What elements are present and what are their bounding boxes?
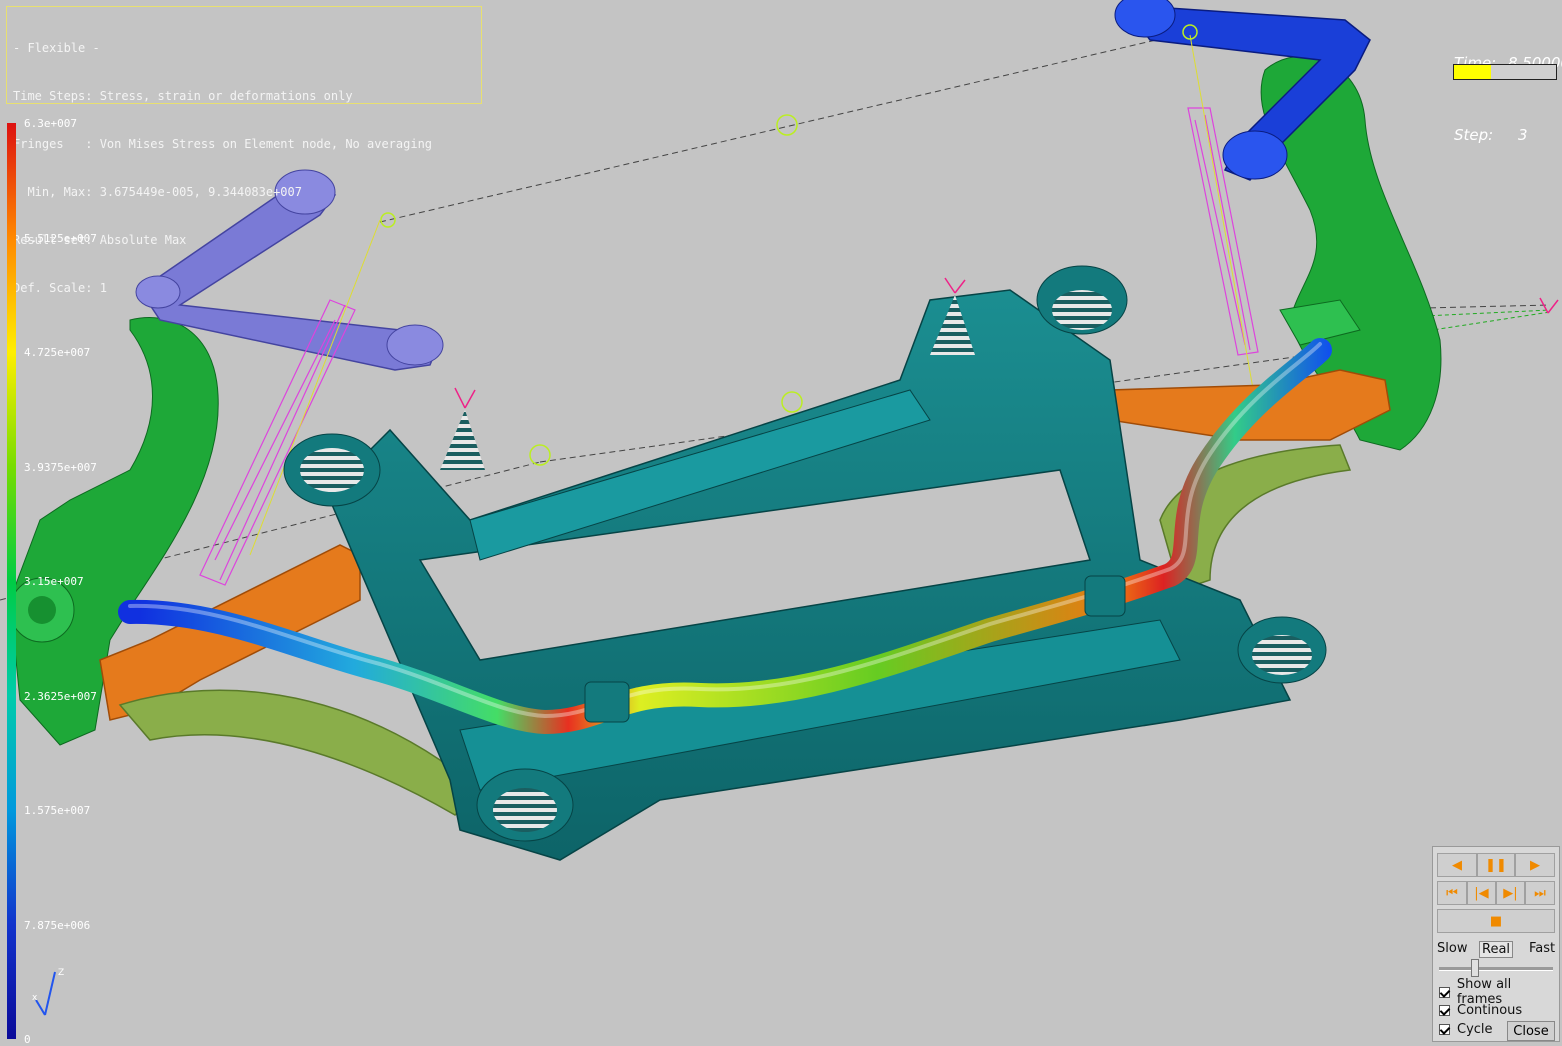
pause-icon: ❚❚	[1485, 857, 1507, 873]
result-info-box: - Flexible - Time Steps: Stress, strain …	[6, 6, 482, 295]
play-forward-button[interactable]: ▶	[1515, 853, 1555, 877]
last-frame-icon: ⏭	[1534, 885, 1546, 901]
progress-fill	[1454, 65, 1491, 79]
close-button[interactable]: Close	[1507, 1021, 1555, 1041]
stop-button[interactable]: ■	[1437, 909, 1555, 933]
show-all-frames-option[interactable]: Show all frames	[1439, 977, 1559, 1007]
legend-tick-label: 2.3625e+007	[24, 689, 97, 703]
play-backward-icon: ◀	[1452, 857, 1462, 873]
step-forward-button[interactable]: ▶|	[1496, 881, 1525, 905]
continous-option[interactable]: Continous	[1439, 1001, 1522, 1019]
cycle-checkbox[interactable]	[1439, 1023, 1450, 1035]
pause-button[interactable]: ❚❚	[1477, 853, 1515, 877]
info-line-time-steps: Time Steps: Stress, strain or deformatio…	[13, 89, 353, 103]
step-back-icon: |◀	[1474, 885, 1489, 901]
step-value: 3	[1518, 126, 1528, 144]
step-back-button[interactable]: |◀	[1467, 881, 1496, 905]
cycle-option[interactable]: Cycle	[1439, 1020, 1493, 1038]
play-forward-icon: ▶	[1530, 857, 1540, 873]
speed-slider-thumb[interactable]	[1470, 959, 1479, 977]
speed-fast-label: Fast	[1529, 941, 1556, 956]
step-forward-icon: ▶|	[1503, 885, 1518, 901]
first-frame-icon: ⏮	[1446, 885, 1458, 901]
stop-icon: ■	[1489, 913, 1503, 929]
legend-tick-label: 7.875e+006	[24, 918, 91, 932]
continous-checkbox[interactable]	[1439, 1004, 1450, 1016]
speed-slider-track[interactable]	[1439, 967, 1553, 971]
legend-tick-label: 0	[24, 1033, 31, 1046]
animation-control-panel: ◀ ❚❚ ▶ ⏮ |◀ ▶| ⏭ ■ Slow Real Fast Show a…	[1432, 846, 1560, 1042]
legend-tick-label: 3.9375e+007	[24, 460, 97, 474]
animation-progress-bar	[1453, 64, 1557, 80]
fringe-legend: 6.3e+007 5.5125e+007 4.725e+007 3.9375e+…	[0, 115, 140, 1046]
legend-tick-label: 5.5125e+007	[24, 231, 97, 245]
speed-real-button[interactable]: Real	[1479, 941, 1514, 958]
step-label: Step:	[1454, 126, 1494, 144]
legend-color-bar	[7, 123, 16, 1039]
legend-tick-label: 1.575e+007	[24, 804, 91, 817]
info-line-title: - Flexible -	[13, 41, 100, 55]
last-frame-button[interactable]: ⏭	[1525, 881, 1555, 905]
speed-slow-label: Slow	[1437, 941, 1468, 956]
show-all-frames-checkbox[interactable]	[1439, 986, 1450, 998]
first-frame-button[interactable]: ⏮	[1437, 881, 1467, 905]
play-backward-button[interactable]: ◀	[1437, 853, 1477, 877]
cycle-label: Cycle	[1457, 1021, 1493, 1037]
legend-tick-label: 3.15e+007	[24, 575, 84, 588]
time-readout: Time:8.50000 Step:3	[1454, 3, 1562, 171]
legend-tick-label: 6.3e+007	[24, 117, 77, 130]
legend-tick-label: 4.725e+007	[24, 346, 91, 359]
continous-label: Continous	[1457, 1002, 1523, 1018]
